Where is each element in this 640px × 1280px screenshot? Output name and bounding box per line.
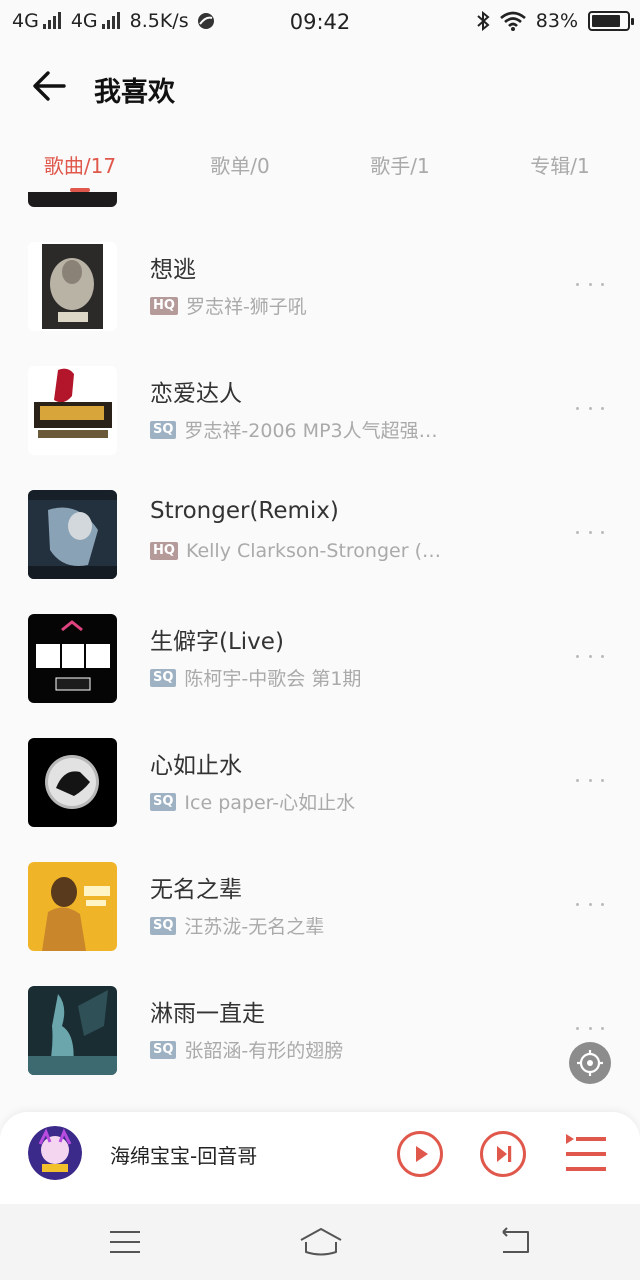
- song-title: 想逃: [150, 257, 196, 283]
- tab-label: 歌曲/17: [43, 154, 117, 178]
- song-title: 生僻字(Live): [150, 629, 284, 655]
- song-row[interactable]: 心如止水 SQ Ice paper-心如止水: [0, 738, 640, 862]
- song-subtitle: SQ 罗志祥-2006 MP3人气超强…: [150, 416, 470, 443]
- song-list[interactable]: 想逃 HQ 罗志祥-狮子吼 恋爱达人 SQ 罗志祥-2006 MP3人气超强…: [0, 192, 640, 1110]
- now-playing-title: 海绵宝宝-回音哥: [110, 1144, 258, 1168]
- song-row[interactable]: 无名之辈 SQ 汪苏泷-无名之辈: [0, 862, 640, 986]
- song-title: 淋雨一直走: [150, 1001, 265, 1027]
- song-title: 恋爱达人: [150, 381, 242, 407]
- page-title: 我喜欢: [94, 77, 175, 108]
- quality-badge: HQ: [150, 542, 178, 560]
- song-artist-album: Kelly Clarkson-Stronger (…: [185, 540, 441, 562]
- song-title: 无名之辈: [150, 877, 242, 903]
- album-cover: [28, 242, 117, 331]
- song-artist-album: 罗志祥-狮子吼: [185, 296, 307, 318]
- quality-badge: SQ: [150, 916, 177, 935]
- tab-label: 歌单/0: [210, 154, 270, 178]
- tab-label: 专辑/1: [530, 154, 590, 178]
- song-subtitle: SQ 陈柯宇-中歌会 第1期: [150, 664, 470, 691]
- wifi-icon: [499, 11, 526, 31]
- album-cover: [28, 862, 117, 951]
- more-options-icon[interactable]: [576, 646, 604, 666]
- song-artist-album: Ice paper-心如止水: [184, 792, 356, 814]
- battery-icon: [588, 11, 634, 31]
- quality-badge: SQ: [150, 420, 177, 439]
- song-subtitle: SQ Ice paper-心如止水: [150, 788, 470, 815]
- more-options-icon[interactable]: [576, 894, 604, 914]
- status-bar: 4G 4G 8.5K/s 09:42 83%: [0, 0, 640, 44]
- tab-albums[interactable]: 专辑/1: [480, 130, 640, 192]
- crosshair-icon: [577, 1050, 603, 1076]
- song-artist-album: 张韶涵-有形的翅膀: [184, 1040, 344, 1062]
- song-artist-album: 罗志祥-2006 MP3人气超强…: [184, 420, 438, 442]
- song-row[interactable]: 生僻字(Live) SQ 陈柯宇-中歌会 第1期: [0, 614, 640, 738]
- album-cover: [28, 490, 117, 579]
- battery-level: [592, 15, 621, 27]
- song-artist-album: 陈柯宇-中歌会 第1期: [184, 668, 362, 690]
- album-cover: [28, 366, 117, 455]
- tab-songs[interactable]: 歌曲/17: [0, 130, 160, 192]
- quality-badge: SQ: [150, 792, 177, 811]
- song-title: 心如止水: [150, 753, 242, 779]
- album-cover: [28, 192, 117, 207]
- menu-icon[interactable]: [105, 1224, 145, 1260]
- playlist-icon[interactable]: [562, 1130, 610, 1178]
- song-subtitle: SQ 张韶涵-有形的翅膀: [150, 1036, 470, 1063]
- album-cover: [28, 614, 117, 703]
- home-icon[interactable]: [298, 1224, 344, 1260]
- song-artist-album: 汪苏泷-无名之辈: [184, 916, 325, 938]
- song-row[interactable]: 想逃 HQ 罗志祥-狮子吼: [0, 242, 640, 366]
- more-options-icon[interactable]: [576, 1018, 604, 1038]
- album-cover: [28, 738, 117, 827]
- tab-label: 歌手/1: [370, 154, 430, 178]
- song-subtitle: HQ 罗志祥-狮子吼: [150, 292, 470, 319]
- now-playing-cover: [28, 1126, 82, 1180]
- more-options-icon[interactable]: [576, 522, 604, 542]
- bluetooth-icon: [477, 11, 490, 31]
- tab-bar: 歌曲/17 歌单/0 歌手/1 专辑/1: [0, 130, 640, 192]
- quality-badge: HQ: [150, 296, 178, 315]
- song-title: Stronger(Remix): [150, 498, 339, 524]
- locate-current-song-button[interactable]: [569, 1042, 611, 1084]
- quality-badge: SQ: [150, 668, 177, 687]
- album-cover: [28, 986, 117, 1075]
- more-options-icon[interactable]: [576, 770, 604, 790]
- song-subtitle: HQ Kelly Clarkson-Stronger (…: [150, 540, 470, 562]
- more-options-icon[interactable]: [576, 274, 604, 294]
- header: 我喜欢: [0, 44, 640, 130]
- more-options-icon[interactable]: [576, 398, 604, 418]
- system-nav-bar: [0, 1204, 640, 1280]
- mini-player[interactable]: 海绵宝宝-回音哥: [0, 1112, 640, 1204]
- song-subtitle: SQ 汪苏泷-无名之辈: [150, 912, 470, 939]
- tab-artists[interactable]: 歌手/1: [320, 130, 480, 192]
- song-row[interactable]: 淋雨一直走 SQ 张韶涵-有形的翅膀: [0, 986, 640, 1110]
- battery-percent: 83%: [535, 10, 578, 32]
- song-row[interactable]: Stronger(Remix) HQ Kelly Clarkson-Strong…: [0, 490, 640, 614]
- song-row[interactable]: 恋爱达人 SQ 罗志祥-2006 MP3人气超强…: [0, 366, 640, 490]
- quality-badge: SQ: [150, 1040, 177, 1059]
- tab-playlists[interactable]: 歌单/0: [160, 130, 320, 192]
- play-icon[interactable]: [396, 1130, 444, 1178]
- status-right: 83%: [476, 10, 634, 32]
- next-icon[interactable]: [479, 1130, 527, 1178]
- back-icon[interactable]: [495, 1224, 535, 1260]
- arrow-left-icon[interactable]: [28, 66, 72, 106]
